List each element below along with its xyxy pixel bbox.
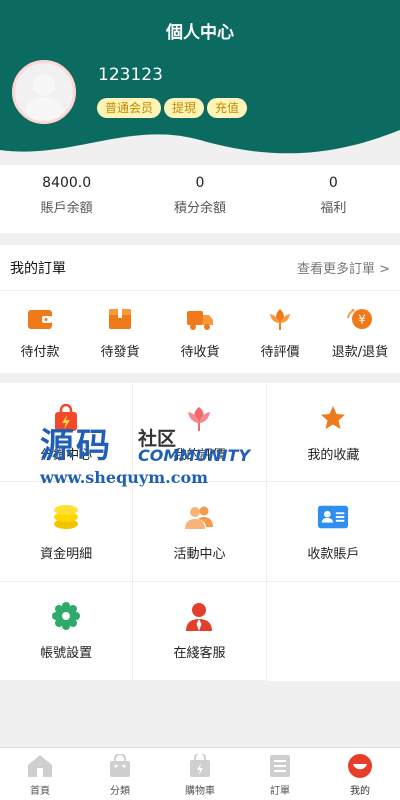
order-status-label: 退款/退貨	[331, 345, 389, 360]
order-status-label: 待付款	[20, 345, 60, 360]
grid-item-my-reviews[interactable]: 我的評價	[133, 383, 267, 483]
grid-item-label: 帳號設置	[40, 646, 93, 662]
stat-label: 賬戶余額	[40, 201, 93, 216]
gear-icon	[50, 600, 82, 632]
category-icon	[107, 753, 133, 779]
grid-item-account-settings[interactable]: 帳號設置	[0, 581, 134, 681]
tab-label: 訂單	[270, 786, 290, 797]
user-silhouette-icon	[15, 63, 73, 121]
username: 123123	[98, 65, 163, 85]
tab-label: 我的	[350, 786, 370, 797]
star-icon	[317, 402, 349, 434]
order-status-label: 待發貨	[100, 345, 140, 360]
recharge-button[interactable]: 充值	[207, 98, 248, 118]
tab-orders[interactable]: 訂單	[240, 748, 320, 800]
svg-text:¥: ¥	[358, 313, 366, 327]
grid-item-label: 我的收藏	[307, 447, 360, 463]
tab-label: 首頁	[30, 786, 50, 797]
grid-item-activity-center[interactable]: 活動中心	[133, 482, 267, 582]
stat-label: 積分余額	[173, 201, 226, 216]
package-icon	[106, 305, 134, 333]
tab-home[interactable]: 首頁	[0, 748, 80, 800]
tab-profile[interactable]: 我的	[320, 748, 400, 800]
stat-welfare[interactable]: 0 福利	[267, 165, 400, 233]
order-pending-receipt[interactable]: 待收貨	[160, 291, 240, 373]
truck-icon	[186, 305, 214, 333]
order-pending-payment[interactable]: 待付款	[0, 291, 80, 373]
grid-item-label: 收款賬戶	[307, 546, 360, 562]
stat-balance[interactable]: 8400.0 賬戶余額	[0, 165, 133, 233]
id-card-icon	[317, 501, 349, 533]
feature-grid: 分銷中心 我的評價 我的收藏 資金明細 活動中心 收款賬戶 帳號設置 在綫客服	[0, 383, 400, 681]
member-level-badge: 普通会员	[97, 98, 162, 118]
wallet-icon	[26, 305, 54, 333]
customer-service-icon	[183, 600, 215, 632]
tab-cart[interactable]: 購物車	[160, 748, 240, 800]
refund-icon: ¥	[346, 305, 374, 333]
view-more-orders-link[interactable]: 查看更多訂單 >	[297, 258, 390, 277]
stat-value: 0	[195, 175, 205, 191]
people-icon	[183, 501, 215, 533]
cart-icon	[187, 753, 213, 779]
order-pending-shipment[interactable]: 待發貨	[80, 291, 160, 373]
withdraw-button[interactable]: 提現	[164, 98, 205, 118]
stat-value: 8400.0	[42, 175, 92, 191]
grid-item-distribution-center[interactable]: 分銷中心	[0, 383, 134, 483]
order-refund-return[interactable]: ¥ 退款/退貨	[320, 291, 400, 373]
my-orders-panel: 我的訂單 查看更多訂單 > 待付款 待發貨 待收貨 待評價 ¥ 退款/退貨	[0, 245, 400, 373]
orders-title: 我的訂單	[10, 260, 66, 277]
tab-label: 分類	[110, 786, 130, 797]
page-title: 個人中心	[166, 23, 234, 43]
grid-item-label: 分銷中心	[40, 447, 93, 463]
tab-label: 購物車	[185, 786, 215, 797]
grid-item-online-service[interactable]: 在綫客服	[133, 581, 267, 681]
tab-category[interactable]: 分類	[80, 748, 160, 800]
badge-row: 普通会员 提現 充值	[97, 98, 248, 118]
grid-item-label: 活動中心	[173, 546, 226, 562]
shopping-bag-icon	[50, 402, 82, 434]
grid-item-fund-details[interactable]: 資金明細	[0, 482, 134, 582]
grid-item-payment-accounts[interactable]: 收款賬戶	[266, 482, 400, 582]
profile-header: 個人中心 123123 普通会员 提現 充值	[0, 0, 400, 165]
order-status-label: 待評價	[260, 345, 300, 360]
bottom-tab-bar: 首頁 分類 購物車 訂單 我的	[0, 747, 400, 800]
avatar[interactable]	[12, 60, 76, 124]
orders-header: 我的訂單 查看更多訂單 >	[0, 245, 400, 291]
order-status-label: 待收貨	[180, 345, 220, 360]
home-icon	[27, 753, 53, 779]
stat-points[interactable]: 0 積分余額	[133, 165, 266, 233]
grid-item-my-favorites[interactable]: 我的收藏	[266, 383, 400, 483]
order-pending-review[interactable]: 待評價	[240, 291, 320, 373]
profile-icon	[347, 753, 373, 779]
coins-icon	[50, 501, 82, 533]
tulip-icon	[183, 402, 215, 434]
order-status-row: 待付款 待發貨 待收貨 待評價 ¥ 退款/退貨	[0, 291, 400, 373]
account-stats: 8400.0 賬戶余額 0 積分余額 0 福利	[0, 165, 400, 233]
grid-item-label: 資金明細	[40, 546, 93, 562]
grid-item-label: 我的評價	[173, 447, 226, 463]
grid-item-label: 在綫客服	[173, 646, 226, 662]
order-icon	[267, 753, 293, 779]
flower-icon	[266, 305, 294, 333]
grid-empty-cell	[267, 582, 400, 681]
stat-label: 福利	[320, 201, 347, 216]
stat-value: 0	[328, 175, 338, 191]
